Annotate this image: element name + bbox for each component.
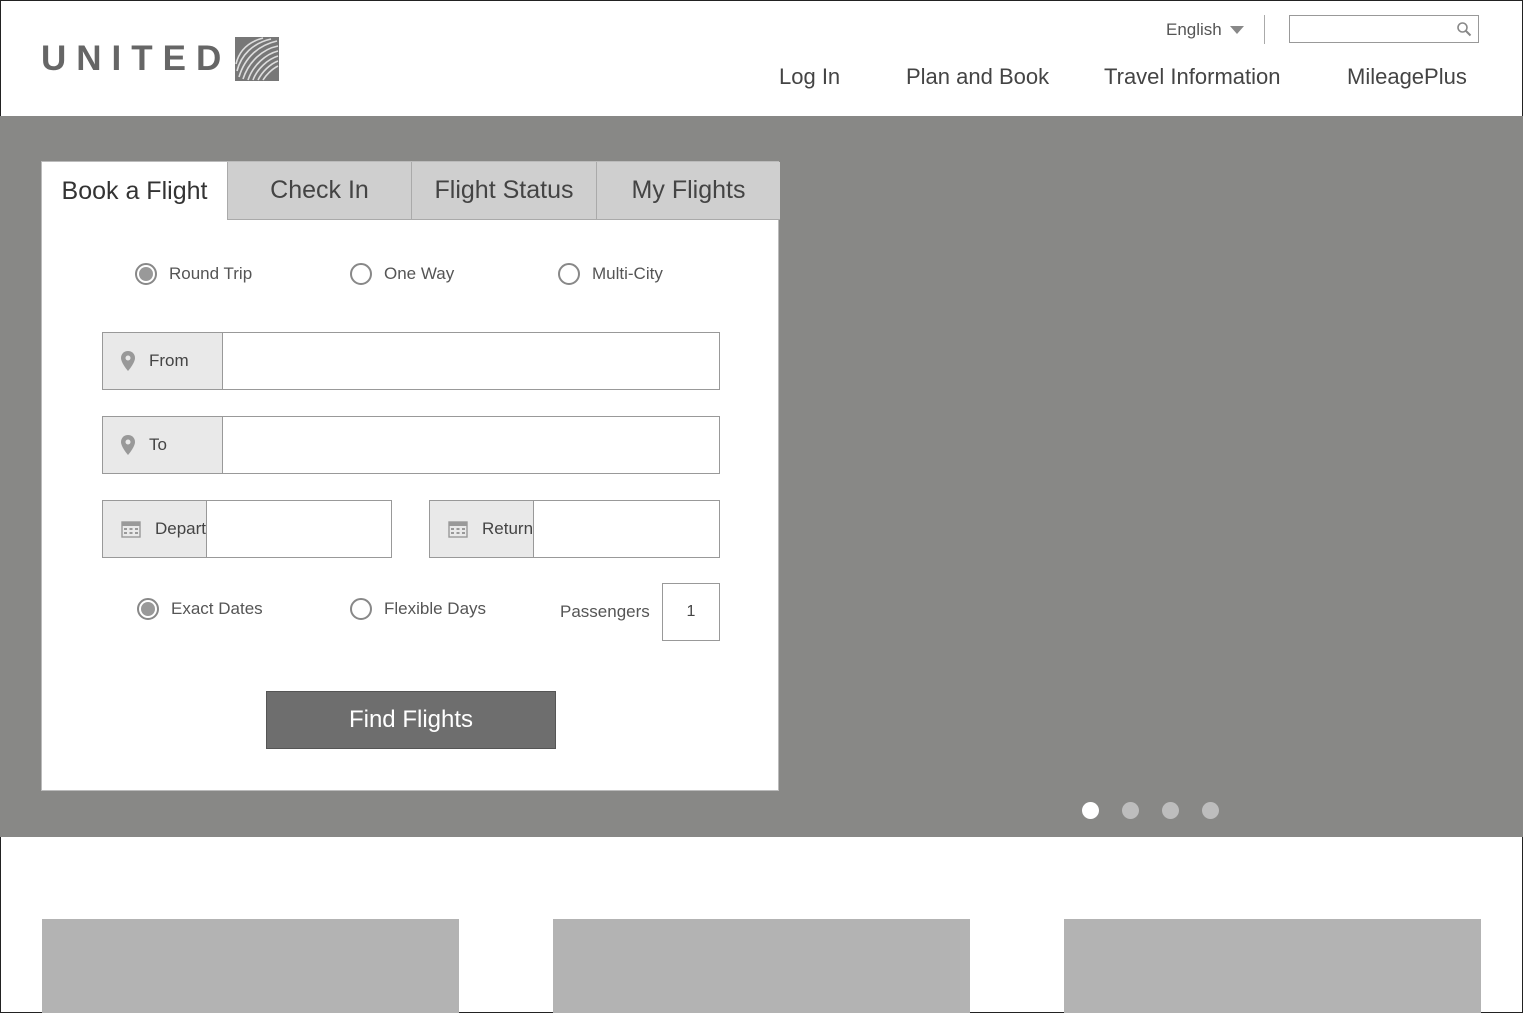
return-label: Return: [482, 519, 534, 538]
language-selector[interactable]: English: [1166, 20, 1244, 40]
promo-card-1[interactable]: [42, 919, 459, 1013]
calendar-icon: [448, 521, 468, 538]
depart-input[interactable]: [207, 501, 453, 557]
radio-label: Exact Dates: [171, 599, 263, 618]
united-logo[interactable]: UNITED: [41, 37, 280, 81]
passengers-label: Passengers: [560, 602, 650, 621]
tab-book-a-flight[interactable]: Book a Flight: [42, 162, 227, 220]
radio-exact-dates[interactable]: Exact Dates: [137, 598, 263, 620]
search-box[interactable]: [1289, 15, 1479, 43]
carousel-dot-4[interactable]: [1202, 802, 1219, 819]
radio-label: Flexible Days: [384, 599, 487, 618]
globe-icon: [235, 37, 280, 81]
return-field: Return: [429, 500, 780, 558]
return-label-box: Return: [430, 501, 535, 557]
booking-panel: Book a Flight Check In Flight Status My …: [41, 161, 780, 791]
tab-my-flights[interactable]: My Flights: [596, 162, 780, 220]
radio-label: One Way: [384, 264, 455, 283]
carousel-dot-3[interactable]: [1162, 802, 1179, 819]
radio-circle: [350, 598, 372, 620]
radio-flexible-days[interactable]: Flexible Days: [350, 598, 486, 620]
radio-circle: [558, 263, 580, 285]
search-input[interactable]: [1290, 16, 1462, 42]
from-label: From: [149, 351, 189, 370]
promo-card-3[interactable]: [1064, 919, 1481, 1013]
from-input[interactable]: [223, 333, 719, 389]
nav-mileageplus[interactable]: MileagePlus: [1347, 64, 1467, 90]
radio-circle: [137, 598, 159, 620]
booking-tabs: Book a Flight Check In Flight Status My …: [42, 162, 780, 220]
carousel-dot-2[interactable]: [1122, 802, 1139, 819]
radio-one-way[interactable]: One Way: [350, 263, 454, 285]
location-pin-icon: [121, 435, 135, 455]
to-label: To: [149, 435, 167, 454]
header-divider: [1264, 15, 1265, 44]
hero-banner: Book a Flight Check In Flight Status My …: [0, 116, 1523, 837]
tab-flight-status[interactable]: Flight Status: [411, 162, 596, 220]
trip-type-group: Round Trip One Way Multi-City: [42, 262, 780, 292]
logo-text: UNITED: [41, 39, 232, 78]
radio-label: Round Trip: [169, 264, 253, 283]
to-field: To: [102, 416, 720, 474]
carousel-indicators: [1082, 802, 1242, 819]
chevron-down-icon: [1229, 26, 1244, 34]
promo-card-2[interactable]: [553, 919, 970, 1013]
radio-circle: [135, 263, 157, 285]
radio-label: Multi-City: [592, 264, 663, 283]
nav-plan-and-book[interactable]: Plan and Book: [906, 64, 1049, 90]
language-label: English: [1166, 20, 1222, 39]
return-input[interactable]: [534, 501, 780, 557]
depart-field: Depart: [102, 500, 453, 558]
passengers-input[interactable]: 1: [662, 583, 720, 641]
depart-label-box: Depart: [103, 501, 208, 557]
nav-travel-information[interactable]: Travel Information: [1104, 64, 1280, 90]
calendar-icon: [121, 521, 141, 538]
radio-multi-city[interactable]: Multi-City: [558, 263, 663, 285]
location-pin-icon: [121, 351, 135, 371]
radio-circle: [350, 263, 372, 285]
radio-round-trip[interactable]: Round Trip: [135, 263, 252, 285]
to-label-box: To: [103, 417, 223, 473]
from-label-box: From: [103, 333, 223, 389]
tab-check-in[interactable]: Check In: [227, 162, 411, 220]
carousel-dot-1[interactable]: [1082, 802, 1099, 819]
to-input[interactable]: [223, 417, 719, 473]
nav-log-in[interactable]: Log In: [779, 64, 840, 90]
find-flights-button[interactable]: Find Flights: [266, 691, 556, 749]
depart-label: Depart: [155, 519, 207, 538]
search-icon[interactable]: [1456, 21, 1472, 37]
from-field: From: [102, 332, 720, 390]
